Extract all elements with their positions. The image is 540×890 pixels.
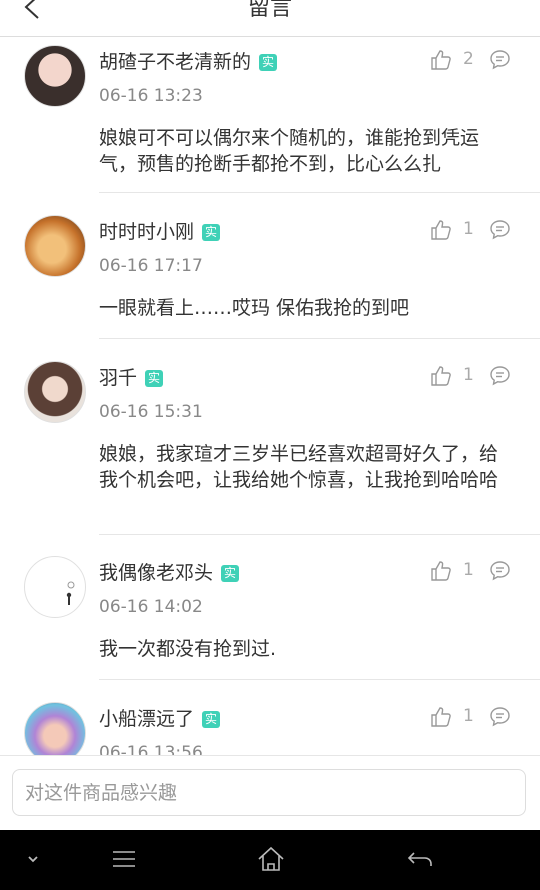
thumbs-up-icon[interactable] (430, 365, 452, 387)
like-count: 1 (463, 365, 474, 385)
like-count: 2 (463, 49, 474, 69)
verified-badge: 实 (221, 565, 240, 582)
avatar[interactable] (24, 45, 86, 107)
comment-text: 娘娘，我家瑄才三岁半已经喜欢超哥好久了，给我个机会吧，让我给她个惊喜，让我抢到哈… (99, 443, 499, 491)
verified-badge: 实 (259, 54, 278, 71)
back-icon[interactable] (405, 844, 435, 874)
comment-time: 06-16 14:02 (99, 597, 203, 617)
comment-item: 我偶像老邓头实 1 06-16 14:02 我一次都没有抢到过. (0, 548, 540, 680)
chevron-down-icon[interactable] (18, 844, 48, 874)
divider (99, 192, 540, 193)
comment-icon[interactable] (489, 49, 511, 71)
divider (99, 338, 540, 339)
comment-author[interactable]: 我偶像老邓头实 (99, 558, 240, 585)
thumbs-up-icon[interactable] (430, 560, 452, 582)
thumbs-up-icon[interactable] (430, 219, 452, 241)
like-count: 1 (463, 219, 474, 239)
comment-item: 羽千实 1 06-16 15:31 娘娘，我家瑄才三岁半已经喜欢超哥好久了，给我… (0, 353, 540, 535)
comment-author[interactable]: 时时时小刚实 (99, 217, 221, 244)
system-nav-bar (0, 830, 540, 890)
comment-time: 06-16 13:23 (99, 86, 203, 106)
like-count: 1 (463, 706, 474, 726)
comment-text: 我一次都没有抢到过. (99, 638, 277, 660)
verified-badge: 实 (202, 711, 221, 728)
verified-badge: 实 (202, 224, 221, 241)
comment-item: 胡碴子不老清新的实 2 06-16 13:23 娘娘可不可以偶尔来个随机的，谁能… (0, 37, 540, 193)
comment-author[interactable]: 小船漂远了实 (99, 704, 221, 731)
avatar[interactable] (24, 556, 86, 618)
avatar[interactable] (24, 361, 86, 423)
menu-icon[interactable] (109, 844, 139, 874)
comment-time: 06-16 17:17 (99, 256, 203, 276)
comment-text: 娘娘可不可以偶尔来个随机的，谁能抢到凭运气，预售的抢断手都抢不到，比心么么扎 (99, 127, 480, 175)
header: 留言 (0, 0, 540, 37)
comment-time: 06-16 13:56 (99, 743, 203, 755)
page-title: 留言 (247, 0, 292, 21)
avatar[interactable] (24, 215, 86, 277)
comment-time: 06-16 15:31 (99, 402, 203, 422)
divider (99, 534, 540, 535)
comment-input[interactable] (12, 769, 526, 816)
comment-icon[interactable] (489, 706, 511, 728)
avatar-figure (66, 581, 75, 605)
comment-input-bar (0, 755, 540, 831)
thumbs-up-icon[interactable] (430, 706, 452, 728)
verified-badge: 实 (145, 370, 164, 387)
divider (99, 679, 540, 680)
avatar[interactable] (24, 702, 86, 755)
comment-list[interactable]: 胡碴子不老清新的实 2 06-16 13:23 娘娘可不可以偶尔来个随机的，谁能… (0, 37, 540, 755)
comment-item: 小船漂远了实 1 06-16 13:56 (0, 694, 540, 755)
like-count: 1 (463, 560, 474, 580)
comment-text: 一眼就看上……哎玛 保佑我抢的到吧 (99, 297, 410, 319)
thumbs-up-icon[interactable] (430, 49, 452, 71)
comment-icon[interactable] (489, 560, 511, 582)
comment-author[interactable]: 羽千实 (99, 363, 164, 390)
comment-item: 时时时小刚实 1 06-16 17:17 一眼就看上……哎玛 保佑我抢的到吧 (0, 207, 540, 339)
comment-icon[interactable] (489, 219, 511, 241)
home-icon[interactable] (256, 844, 286, 874)
comment-icon[interactable] (489, 365, 511, 387)
comment-author[interactable]: 胡碴子不老清新的实 (99, 47, 278, 74)
